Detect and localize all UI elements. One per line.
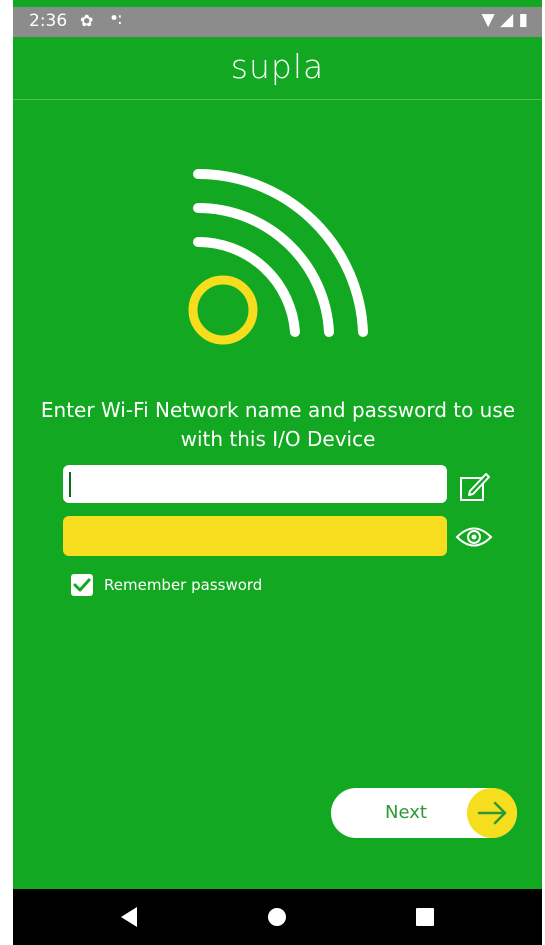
wifi-icon: ▼ (481, 10, 495, 30)
gear-icon: ✿ (80, 11, 94, 30)
checkmark-icon (73, 578, 91, 592)
edit-icon[interactable] (458, 470, 492, 504)
app-title: supla (230, 47, 325, 86)
back-icon[interactable] (113, 901, 145, 933)
notification-dots-icon: •: (109, 9, 123, 29)
remember-password-checkbox[interactable] (71, 574, 93, 596)
signal-icon: ◢ (500, 10, 514, 30)
recents-icon[interactable] (409, 901, 441, 933)
ssid-input[interactable] (63, 465, 447, 503)
next-button[interactable]: Next (331, 788, 517, 838)
navigation-bar (13, 889, 542, 945)
status-bar: 2:36 ✿ •: ▼ ◢ ▮ (13, 7, 542, 37)
home-icon[interactable] (261, 901, 293, 933)
screen: 2:36 ✿ •: ▼ ◢ ▮ supla Enter Wi-Fi Networ… (13, 0, 542, 945)
arrow-right-icon (467, 788, 517, 838)
battery-icon: ▮ (518, 10, 528, 30)
password-input[interactable] (63, 516, 447, 556)
wifi-logo-icon (188, 168, 368, 345)
instruction-text: Enter Wi-Fi Network name and password to… (40, 398, 516, 451)
status-time: 2:36 (29, 11, 68, 31)
status-icons: ▼ ◢ ▮ (482, 10, 528, 30)
eye-icon[interactable] (455, 522, 493, 552)
next-button-label: Next (385, 802, 427, 823)
app-bar: supla (13, 37, 542, 100)
remember-password-label: Remember password (104, 576, 263, 594)
text-caret (69, 472, 71, 497)
